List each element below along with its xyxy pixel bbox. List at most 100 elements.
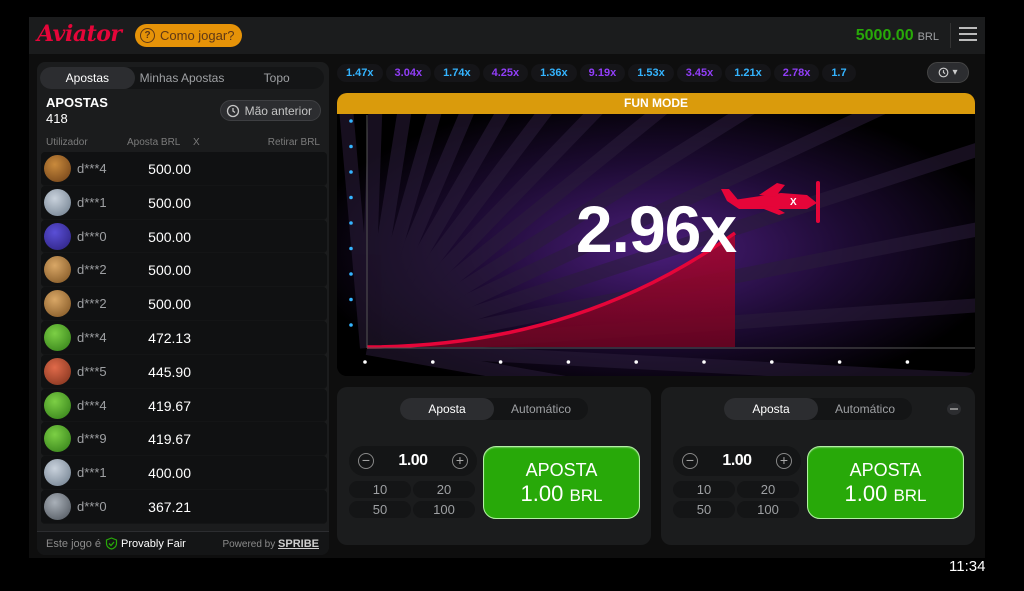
bets-list: d***4 500.00 d***1 500.00 d***0 500.00 d***2 50… — [37, 152, 329, 524]
avatar — [44, 323, 71, 351]
bets-title: APOSTAS — [46, 95, 108, 110]
balance: 5000.00 BRL — [856, 27, 939, 45]
bet-amount: 500.00 — [148, 161, 191, 177]
tab-aposta-2[interactable]: Aposta — [724, 398, 818, 420]
provably-fair-label: Provably Fair — [121, 537, 186, 550]
tab-minhas-apostas[interactable]: Minhas Apostas — [135, 67, 230, 89]
quick-amount-100[interactable]: 100 — [413, 501, 475, 518]
avatar — [44, 290, 71, 318]
amount-input-2[interactable] — [703, 452, 771, 470]
bet-button-amount: 1.00 BRL — [484, 481, 639, 507]
avatar — [44, 425, 71, 453]
current-multiplier: 2.96x — [575, 192, 737, 266]
history-multiplier[interactable]: 1.53x — [628, 64, 674, 82]
bet-button-label: APOSTA — [849, 460, 922, 480]
avatar — [44, 459, 71, 487]
bet-row: d***4 472.13 — [41, 320, 327, 355]
provably-fair-link[interactable]: Provably Fair — [105, 537, 186, 550]
bet-amount: 500.00 — [148, 194, 191, 211]
amount-stepper-2: − + — [673, 446, 801, 476]
quick-amount-20[interactable]: 20 — [737, 481, 799, 498]
multiplier-history: 1.47x 3.04x 1.74x 4.25x 1.36x 9.19x 1.53x 3.45x… — [337, 62, 971, 84]
tab-topo[interactable]: Topo — [229, 67, 324, 89]
previous-hand-button[interactable]: Mão anterior — [219, 100, 321, 121]
history-multiplier[interactable]: 2.78x — [773, 64, 820, 82]
history-multiplier[interactable]: 4.25x — [482, 64, 529, 82]
tab-apostas[interactable]: Apostas — [40, 67, 135, 89]
history-multiplier[interactable]: 1.36x — [531, 64, 577, 82]
bet-row: d***2 500.00 — [41, 253, 327, 288]
fun-mode-banner: FUN MODE — [337, 93, 975, 114]
history-multiplier[interactable]: 1.21x — [725, 64, 771, 82]
history-toggle-button[interactable]: ▾ — [927, 62, 969, 83]
hamburger-menu-icon[interactable] — [959, 27, 977, 43]
quick-amount-100[interactable]: 100 — [737, 501, 799, 518]
history-multiplier[interactable]: 9.19x — [579, 64, 626, 82]
bet-row: d***0 367.21 — [41, 489, 327, 524]
history-multiplier[interactable]: 3.04x — [385, 64, 432, 82]
bets-footer: Este jogo é Provably Fair Powered by SPR… — [37, 531, 329, 555]
bets-tabs: Apostas Minhas Apostas Topo — [40, 67, 324, 89]
decrease-icon[interactable]: − — [358, 453, 374, 469]
bet-row: d***5 445.90 — [41, 354, 327, 389]
bet-amount: 500.00 — [148, 228, 191, 245]
how-to-play-button[interactable]: ? Como jogar? — [135, 24, 243, 47]
column-x: X — [193, 137, 200, 148]
avatar — [44, 357, 71, 385]
avatar — [44, 256, 71, 284]
powered-by: Powered by SPRIBE — [222, 538, 319, 550]
quick-amount-50[interactable]: 50 — [349, 501, 411, 518]
amount-input-1[interactable] — [379, 452, 447, 470]
bet-user: d***2 — [77, 296, 107, 312]
bet-button-value: 1.00 — [844, 481, 888, 506]
history-multiplier[interactable]: 1.47x — [337, 64, 383, 82]
decrease-icon[interactable]: − — [682, 453, 698, 469]
spribe-logo[interactable]: SPRIBE — [278, 538, 319, 550]
increase-icon[interactable]: + — [776, 453, 792, 469]
bets-panel: Apostas Minhas Apostas Topo APOSTAS 418 … — [37, 62, 329, 555]
bet-amount: 419.67 — [148, 397, 191, 414]
quick-amount-20[interactable]: 20 — [413, 481, 475, 498]
tab-automatico-2[interactable]: Automático — [818, 398, 912, 420]
bet-user: d***0 — [77, 228, 107, 244]
balance-amount: 5000.00 — [855, 27, 914, 44]
bet-row: d***0 500.00 — [41, 219, 327, 254]
amount-stepper-1: − + — [349, 446, 477, 476]
bet-amount: 400.00 — [148, 465, 191, 482]
remove-panel-icon[interactable] — [947, 403, 961, 415]
bet-user: d***4 — [77, 329, 107, 345]
game-canvas: X FUN MODE 2.96x — [337, 93, 975, 376]
bet-amount: 445.90 — [148, 363, 191, 380]
bet-button-value: 1.00 — [520, 481, 564, 506]
place-bet-button-2[interactable]: APOSTA 1.00 BRL — [807, 446, 964, 519]
bet-row: d***1 400.00 — [41, 456, 327, 490]
bet-user: d***4 — [77, 397, 107, 413]
system-clock: 11:34 — [949, 558, 986, 575]
tab-automatico-1[interactable]: Automático — [494, 398, 588, 420]
bet-amount: 472.13 — [148, 329, 191, 346]
bet-control-2: Aposta Automático − + 10 20 50 100 APOST… — [661, 387, 975, 545]
bet-amount: 419.67 — [148, 431, 191, 448]
history-icon — [226, 104, 239, 117]
bets-count: 418 — [46, 111, 68, 126]
bet-button-currency: BRL — [893, 486, 927, 505]
bet-mode-switch-2: Aposta Automático — [724, 398, 912, 420]
increase-icon[interactable]: + — [452, 453, 468, 469]
chevron-down-icon: ▾ — [952, 67, 958, 78]
quick-amount-10[interactable]: 10 — [673, 481, 735, 498]
quick-amount-50[interactable]: 50 — [673, 501, 735, 518]
shield-check-icon — [105, 537, 118, 550]
quick-amount-10[interactable]: 10 — [349, 481, 411, 498]
bet-user: d***0 — [77, 498, 107, 514]
bet-user: d***1 — [77, 194, 107, 210]
history-multiplier[interactable]: 1.7 — [822, 64, 856, 82]
bet-button-amount: 1.00 BRL — [808, 481, 963, 507]
bet-user: d***1 — [77, 465, 107, 481]
tab-aposta-1[interactable]: Aposta — [400, 398, 494, 420]
avatar — [44, 391, 71, 419]
history-multiplier[interactable]: 3.45x — [676, 64, 723, 82]
bet-user: d***4 — [77, 161, 107, 176]
place-bet-button-1[interactable]: APOSTA 1.00 BRL — [483, 446, 640, 519]
history-multiplier[interactable]: 1.74x — [434, 64, 480, 82]
header-divider — [950, 23, 951, 48]
